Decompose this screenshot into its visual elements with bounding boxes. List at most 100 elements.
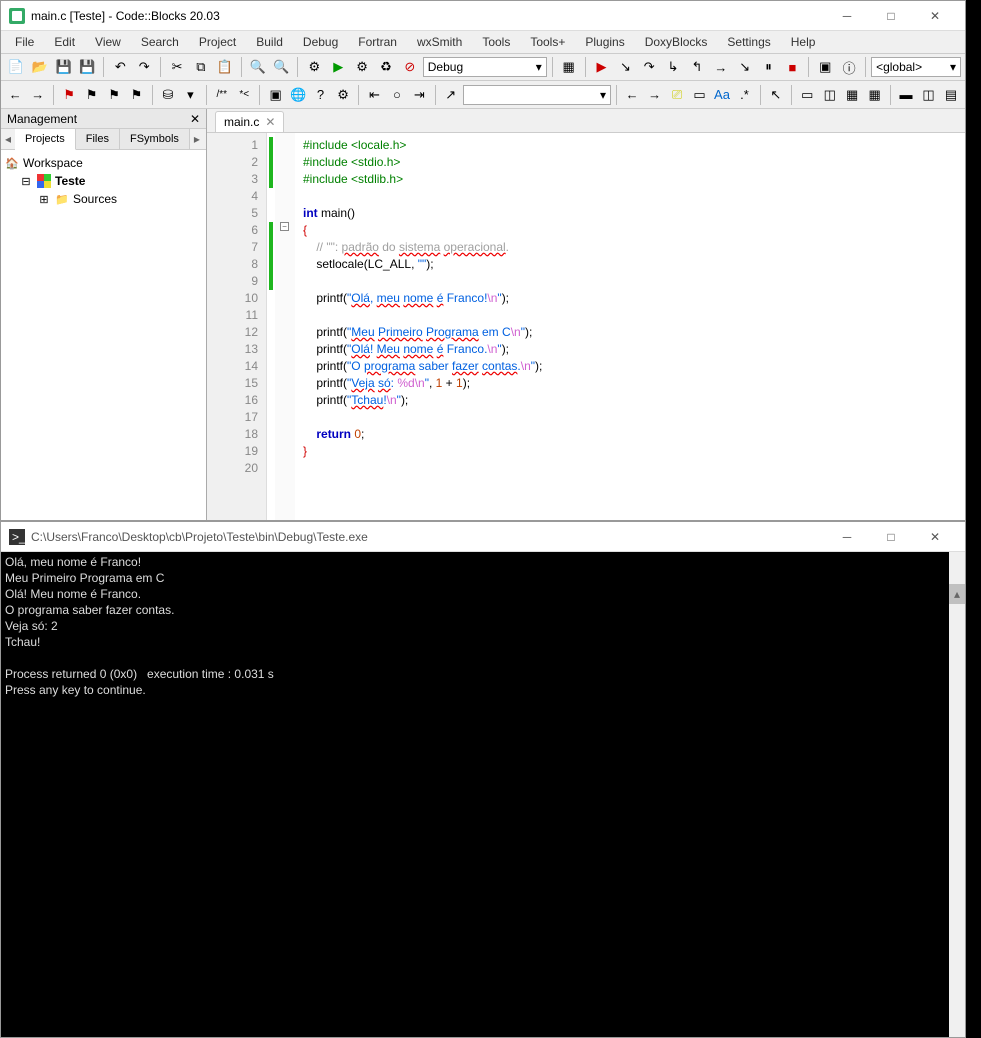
selected-text-icon[interactable]: ▭ [689,84,709,106]
layout5-icon[interactable]: ▬ [896,84,916,106]
maximize-button[interactable]: □ [869,2,913,30]
menu-tools[interactable]: Tools [472,32,520,52]
menu-plugins[interactable]: Plugins [575,32,634,52]
menu-fortran[interactable]: Fortran [348,32,407,52]
console-minimize-button[interactable]: ─ [825,523,869,551]
menu-view[interactable]: View [85,32,131,52]
show-targets-icon[interactable]: ▦ [558,56,580,78]
doxy-config-icon[interactable]: ⚙ [333,84,353,106]
next-instr-icon[interactable]: → [710,56,732,78]
step-out-icon[interactable]: ↰ [686,56,708,78]
find-icon[interactable]: 🔍 [247,56,269,78]
doxy-chm-icon[interactable]: ? [310,84,330,106]
fold-box-icon[interactable]: − [280,222,289,231]
minimize-button[interactable]: ─ [825,2,869,30]
rebuild-icon[interactable]: ♻ [375,56,397,78]
build-icon[interactable]: ⚙ [303,56,325,78]
project-node[interactable]: ⊟ Teste [5,172,202,190]
build-run-icon[interactable]: ⚙ [351,56,373,78]
match-case-icon[interactable]: Aa [712,84,732,106]
expand-icon[interactable]: ⊟ [19,174,33,188]
search-combo[interactable]: ▾ [463,85,611,105]
bookmark-next-icon[interactable]: ⚑ [104,84,124,106]
doxy-block-icon[interactable]: *< [234,84,254,106]
jump-fwd-icon[interactable]: ⇥ [409,84,429,106]
tab-scroll-right-icon[interactable]: ▸ [190,132,204,146]
menu-tools+[interactable]: Tools+ [520,32,575,52]
tab-scroll-left-icon[interactable]: ◂ [1,132,15,146]
menu-project[interactable]: Project [189,32,246,52]
abort-icon[interactable]: ⊘ [399,56,421,78]
menu-build[interactable]: Build [246,32,293,52]
back-icon[interactable]: ← [5,84,25,106]
layout1-icon[interactable]: ▭ [797,84,817,106]
layout7-icon[interactable]: ▤ [941,84,961,106]
menu-wxsmith[interactable]: wxSmith [407,32,472,52]
jump-home-icon[interactable]: ○ [387,84,407,106]
paste-icon[interactable]: 📋 [214,56,236,78]
goto-file-icon[interactable]: ↗ [441,84,461,106]
tab-fsymbols[interactable]: FSymbols [120,129,190,149]
code-lines[interactable]: #include <locale.h>#include <stdio.h>#in… [295,133,965,520]
next-line-icon[interactable]: ↷ [638,56,660,78]
cut-icon[interactable]: ✂ [166,56,188,78]
doxy-html-icon[interactable]: 🌐 [288,84,308,106]
panel-close-icon[interactable]: ✕ [190,112,200,126]
plugin-icon[interactable]: ⛁ [158,84,178,106]
sources-node[interactable]: ⊞ 📁 Sources [5,190,202,208]
replace-icon[interactable]: 🔍 [271,56,293,78]
console-scroll-up-icon[interactable]: ▴ [949,584,965,604]
debug-windows-icon[interactable]: ▣ [814,56,836,78]
menu-file[interactable]: File [5,32,44,52]
redo-icon[interactable]: ↷ [133,56,155,78]
layout6-icon[interactable]: ◫ [918,84,938,106]
menu-doxyblocks[interactable]: DoxyBlocks [635,32,718,52]
workspace-node[interactable]: 🏠 Workspace [5,154,202,172]
console-close-button[interactable]: ✕ [913,523,957,551]
copy-icon[interactable]: ⧉ [190,56,212,78]
build-target-combo[interactable]: Debug▾ [423,57,547,77]
save-all-icon[interactable]: 💾 [77,56,99,78]
layout2-icon[interactable]: ◫ [819,84,839,106]
code-editor[interactable]: 1234567891011121314151617181920 − #inclu… [207,133,965,520]
regex-icon[interactable]: .* [734,84,754,106]
bookmark-prev-icon[interactable]: ⚑ [81,84,101,106]
stop-debug-icon[interactable]: ■ [781,56,803,78]
console-output[interactable]: Olá, meu nome é Franco! Meu Primeiro Pro… [1,552,965,1037]
tab-close-icon[interactable]: ✕ [265,115,275,129]
open-file-icon[interactable]: 📂 [29,56,51,78]
expand-sources-icon[interactable]: ⊞ [37,192,51,206]
step-into-icon[interactable]: ↳ [662,56,684,78]
run-to-cursor-icon[interactable]: ↘ [614,56,636,78]
layout4-icon[interactable]: ▦ [864,84,884,106]
forward-icon[interactable]: → [27,84,47,106]
console-maximize-button[interactable]: □ [869,523,913,551]
highlight-icon[interactable]: ⎚ [667,84,687,106]
project-tree[interactable]: 🏠 Workspace ⊟ Teste ⊞ 📁 Sources [1,150,206,520]
tab-projects[interactable]: Projects [15,129,76,150]
debug-continue-icon[interactable]: ▶ [591,56,613,78]
jump-back-icon[interactable]: ⇤ [364,84,384,106]
undo-icon[interactable]: ↶ [109,56,131,78]
run-icon[interactable]: ▶ [327,56,349,78]
plugin-dropdown-icon[interactable]: ▾ [180,84,200,106]
doxy-comment-icon[interactable]: /** [212,84,232,106]
layout3-icon[interactable]: ▦ [842,84,862,106]
console-scrollbar[interactable]: ▴ [949,552,965,1037]
menu-edit[interactable]: Edit [44,32,85,52]
close-button[interactable]: ✕ [913,2,957,30]
menu-search[interactable]: Search [131,32,189,52]
prev-icon[interactable]: ← [622,84,642,106]
tab-files[interactable]: Files [76,129,120,149]
info-icon[interactable]: ⓘ [838,56,860,78]
next-icon[interactable]: → [644,84,664,106]
scope-combo[interactable]: <global>▾ [871,57,961,77]
new-file-icon[interactable]: 📄 [5,56,27,78]
break-icon[interactable]: ⏸ [758,56,780,78]
bookmark-clear-icon[interactable]: ⚑ [126,84,146,106]
menu-debug[interactable]: Debug [293,32,348,52]
step-into-instr-icon[interactable]: ↘ [734,56,756,78]
menu-help[interactable]: Help [781,32,826,52]
menu-settings[interactable]: Settings [717,32,780,52]
save-icon[interactable]: 💾 [53,56,75,78]
